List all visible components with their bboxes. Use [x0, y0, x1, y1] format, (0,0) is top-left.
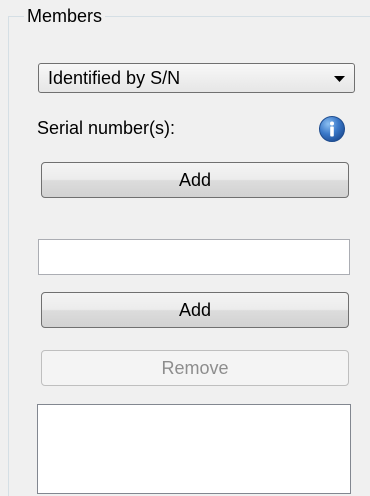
- add-serial-button-top[interactable]: Add: [41, 162, 349, 198]
- member-identification-dropdown[interactable]: Identified by S/N: [38, 63, 355, 93]
- serial-numbers-label: Serial number(s):: [37, 118, 176, 138]
- remove-serial-button[interactable]: Remove: [41, 350, 349, 386]
- dropdown-selected-value: Identified by S/N: [48, 68, 181, 88]
- chevron-down-icon: [334, 76, 345, 82]
- serial-numbers-listbox[interactable]: [37, 404, 351, 494]
- serial-number-input[interactable]: [38, 239, 350, 275]
- members-group-title: Members: [24, 4, 106, 28]
- info-icon[interactable]: [318, 115, 346, 143]
- add-serial-button[interactable]: Add: [41, 292, 349, 328]
